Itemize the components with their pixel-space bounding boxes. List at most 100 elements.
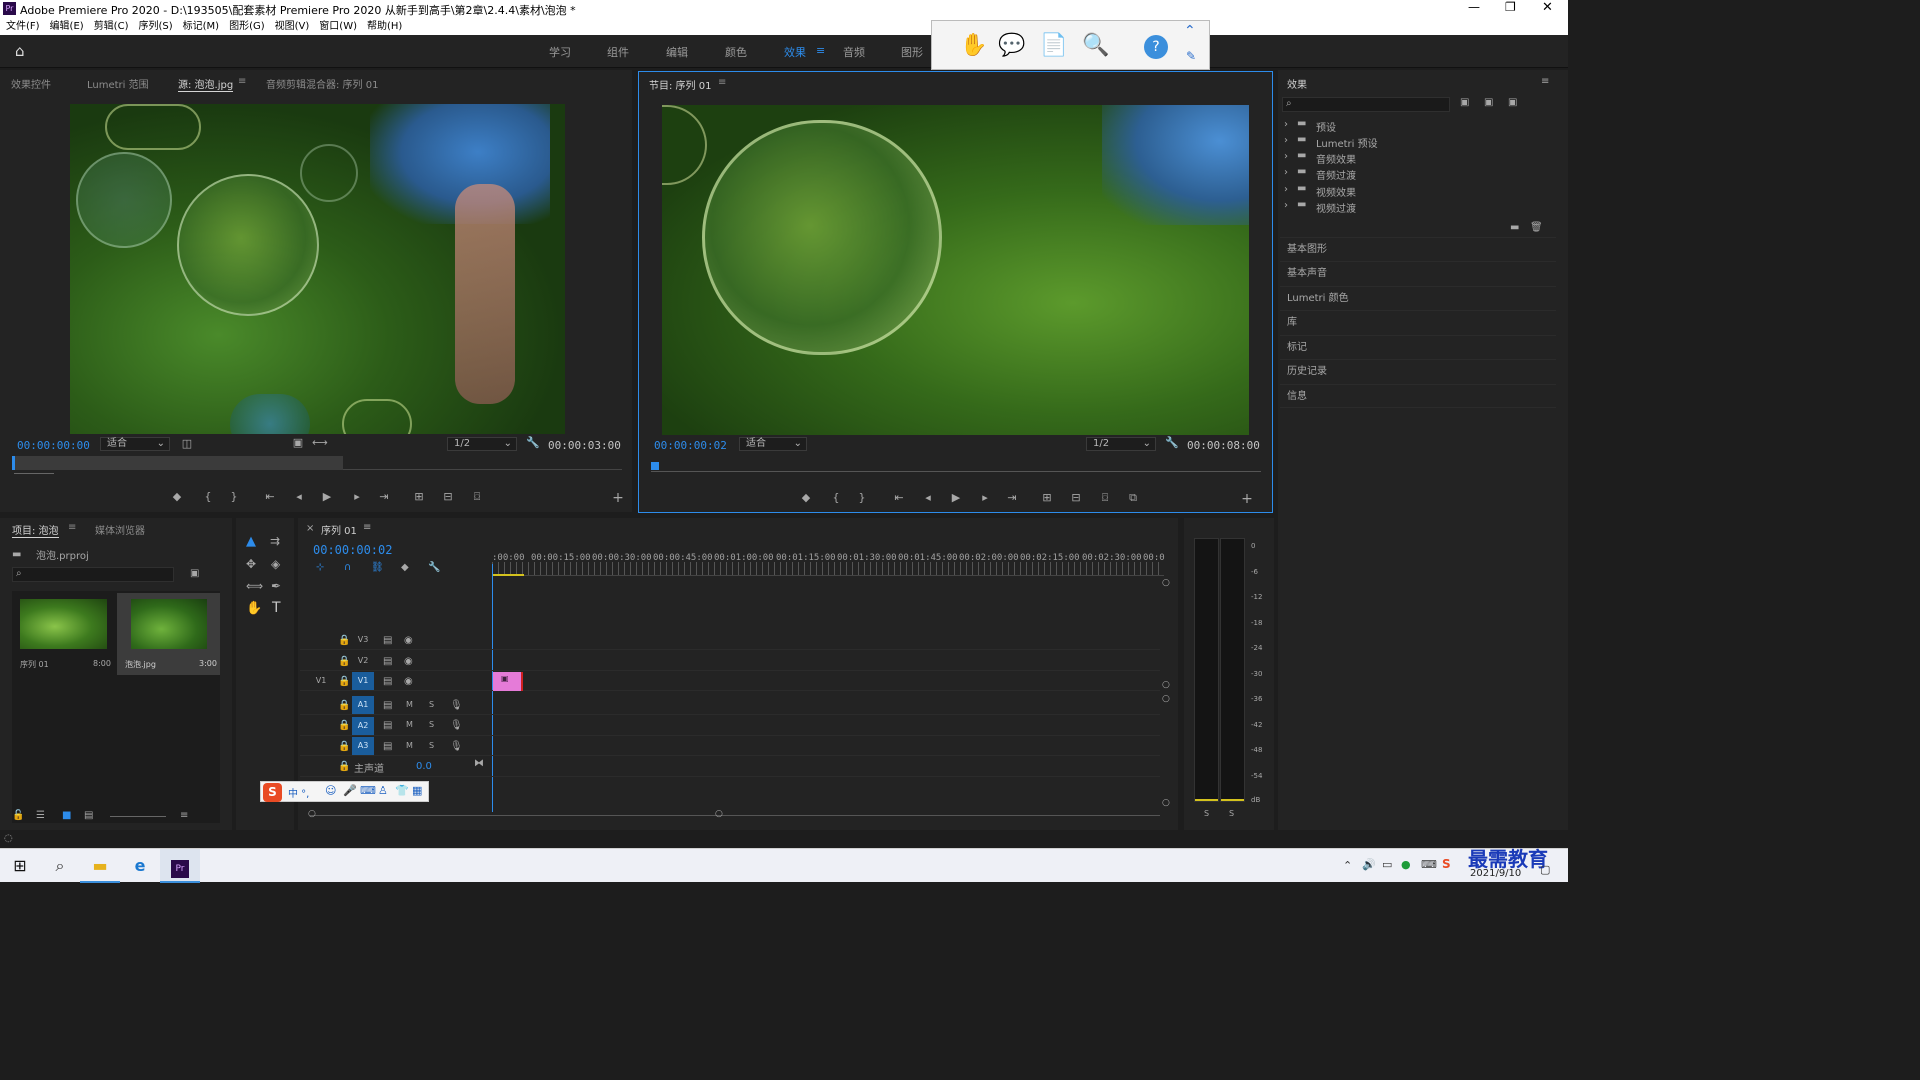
tab-lumetri-scopes[interactable]: Lumetri 范围 <box>87 76 149 91</box>
add-marker-icon[interactable]: ◆ <box>170 490 184 503</box>
pin-icon[interactable]: ✎ <box>1186 49 1196 63</box>
section-info[interactable]: 信息 <box>1280 384 1556 408</box>
source-zoom-scrollbar[interactable] <box>14 473 54 481</box>
minimize-icon[interactable]: — <box>1468 0 1480 14</box>
tab-media-browser[interactable]: 媒体浏览器 <box>95 522 145 537</box>
hand-icon[interactable]: ✋ <box>960 33 987 58</box>
track-v1[interactable] <box>300 671 1160 691</box>
source-patch-v1[interactable]: V1 <box>310 672 332 690</box>
timeline-ruler[interactable] <box>492 562 1164 576</box>
source-resolution-select[interactable]: 1/2 ⌄ <box>447 437 517 451</box>
mark-out-icon[interactable]: } <box>227 490 241 503</box>
freeform-view-icon[interactable]: ▤ <box>84 810 93 821</box>
selection-tool-icon[interactable]: ▲ <box>246 534 256 549</box>
insert-icon[interactable]: ⊞ <box>412 490 426 503</box>
workspace-menu-icon[interactable]: ≡ <box>816 44 825 57</box>
help-icon[interactable]: ? <box>1144 35 1168 59</box>
lock-track-icon[interactable]: 🔒 <box>338 741 350 752</box>
source-drag-audio-icon[interactable]: ⟷ <box>312 436 328 449</box>
restore-icon[interactable]: ❐ <box>1505 0 1516 14</box>
pen-tool-icon[interactable]: ✒ <box>271 579 281 593</box>
solo-right-button[interactable]: S <box>1229 809 1234 818</box>
mute-icon[interactable]: M <box>406 741 413 750</box>
workspace-effects[interactable]: 效果 <box>784 44 806 60</box>
effect-audio-transitions[interactable]: 音频过渡 <box>1316 167 1356 182</box>
chevron-right-icon[interactable]: › <box>1284 167 1288 178</box>
program-playhead[interactable] <box>651 462 659 470</box>
step-back-icon[interactable]: ◂ <box>292 490 306 503</box>
workspace-assembly[interactable]: 组件 <box>607 44 629 60</box>
scroll-mid-handle[interactable]: ○ <box>1162 680 1170 690</box>
play-icon[interactable]: ▶ <box>320 490 334 503</box>
section-essential-sound[interactable]: 基本声音 <box>1280 261 1556 285</box>
effect-presets[interactable]: 预设 <box>1316 119 1336 134</box>
eye-icon[interactable]: ◉ <box>404 656 413 667</box>
chevron-right-icon[interactable]: › <box>1284 135 1288 146</box>
effect-video-effects[interactable]: 视频效果 <box>1316 184 1356 199</box>
solo-left-button[interactable]: S <box>1204 809 1209 818</box>
track-select-tool-icon[interactable]: ⇉ <box>270 534 280 548</box>
new-bin-icon[interactable]: ▬ <box>1510 222 1519 233</box>
scroll-left-handle[interactable]: ○ <box>308 809 316 819</box>
sync-lock-icon[interactable]: ▤ <box>383 656 392 667</box>
network-icon[interactable]: ▭ <box>1382 858 1392 871</box>
track-v2[interactable] <box>300 651 1160 671</box>
settings-wrench-icon[interactable]: 🔧 <box>1165 436 1179 449</box>
workspace-audio[interactable]: 音频 <box>843 44 865 60</box>
menu-file[interactable]: 文件(F) <box>6 21 40 32</box>
emoji-icon[interactable]: ☺ <box>325 784 336 797</box>
sync-lock-icon[interactable]: ▤ <box>383 741 392 752</box>
nest-icon[interactable]: ⊹ <box>316 562 324 573</box>
button-editor-icon[interactable]: + <box>611 490 625 506</box>
source-drag-video-icon[interactable]: ▣ <box>291 436 305 449</box>
menu-window[interactable]: 窗口(W) <box>319 21 357 32</box>
section-history[interactable]: 历史记录 <box>1280 359 1556 383</box>
accelerated-effects-icon[interactable]: ▣ <box>1460 97 1469 108</box>
effects-menu-icon[interactable]: ≡ <box>1541 76 1549 87</box>
track-a2-label[interactable]: A2 <box>352 717 374 735</box>
solo-icon[interactable]: S <box>429 700 434 709</box>
chevron-right-icon[interactable]: › <box>1284 151 1288 162</box>
scroll-audio-handle[interactable]: ○ <box>1162 694 1170 704</box>
tab-audio-clip-mixer[interactable]: 音频剪辑混合器: 序列 01 <box>266 76 378 91</box>
mic-icon[interactable]: 🎙 <box>450 741 463 752</box>
menu-help[interactable]: 帮助(H) <box>367 21 402 32</box>
section-libraries[interactable]: 库 <box>1280 310 1556 334</box>
effect-audio-effects[interactable]: 音频效果 <box>1316 151 1356 166</box>
timeline-clip[interactable]: ▣ <box>493 672 523 691</box>
linked-selection-icon[interactable]: ⛓ <box>371 562 384 573</box>
timeline-menu-icon[interactable]: ≡ <box>363 522 371 533</box>
program-timeline-bar[interactable] <box>651 462 1261 472</box>
lock-track-icon[interactable]: 🔒 <box>338 635 350 646</box>
tab-project[interactable]: 项目: 泡泡 <box>12 522 59 538</box>
edge-icon[interactable]: e <box>120 849 160 883</box>
solo-icon[interactable]: S <box>429 720 434 729</box>
add-marker-icon[interactable]: ◆ <box>799 491 813 504</box>
lock-track-icon[interactable]: 🔒 <box>338 700 350 711</box>
lift-icon[interactable]: ⊞ <box>1040 491 1054 504</box>
scroll-bottom-handle[interactable]: ○ <box>1162 798 1170 808</box>
menu-marker[interactable]: 标记(M) <box>183 21 219 32</box>
timeline-timecode[interactable]: 00:00:00:02 <box>313 543 392 557</box>
new-search-bin-icon[interactable]: ▣ <box>190 568 199 579</box>
thumbnail-size-slider[interactable] <box>110 816 166 817</box>
effect-video-transitions[interactable]: 视频过渡 <box>1316 200 1356 215</box>
close-icon[interactable]: ✕ <box>1542 0 1553 15</box>
icon-view-icon[interactable]: ■ <box>62 810 71 821</box>
solo-icon[interactable]: S <box>429 741 434 750</box>
step-forward-icon[interactable]: ▸ <box>350 490 364 503</box>
list-view-icon[interactable]: ☰ <box>36 810 45 821</box>
effects-search-input[interactable]: ⌕ <box>1282 97 1450 112</box>
ripple-edit-tool-icon[interactable]: ✥ <box>246 557 256 571</box>
project-search-input[interactable]: ⌕ <box>12 567 174 582</box>
tray-up-icon[interactable]: ⌃ <box>1343 859 1352 872</box>
lock-track-icon[interactable]: 🔒 <box>338 676 350 687</box>
chevron-right-icon[interactable]: › <box>1284 200 1288 211</box>
source-timecode[interactable]: 00:00:00:00 <box>17 439 90 452</box>
settings-wrench-icon[interactable]: 🔧 <box>526 436 540 449</box>
eye-icon[interactable]: ◉ <box>404 676 413 687</box>
source-fit-select[interactable]: 适合 ⌄ <box>100 437 170 451</box>
project-item-image[interactable]: 泡泡.jpg 3:00 <box>117 593 220 675</box>
safe-margins-icon[interactable]: ◫ <box>180 437 194 450</box>
collapse-icon[interactable]: ⌃ <box>1184 23 1196 39</box>
